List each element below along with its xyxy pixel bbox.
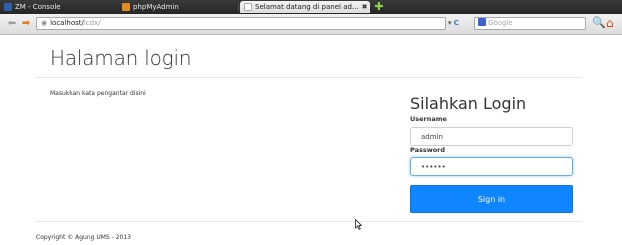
tab-label: Selamat datang di panel ad... [255,3,359,11]
address-bar[interactable]: ◉ localhost/icdx/ [36,17,446,30]
divider [36,77,582,78]
browser-tab-strip: ZM - Console phpMyAdmin Selamat datang d… [0,0,622,14]
zm-console-favicon-icon [4,3,12,11]
tab-selamat-datang[interactable]: Selamat datang di panel ad... ✖ [240,1,370,13]
close-tab-icon[interactable]: ✖ [362,3,368,11]
login-form-title: Silahkan Login [410,94,527,113]
history-dropdown-icon[interactable]: ▾ [448,19,452,27]
page-title: Halaman login [50,46,192,70]
forward-arrow-icon[interactable]: ➡ [20,17,32,31]
mouse-cursor-icon [355,219,362,230]
tab-zm-console[interactable]: ZM - Console [0,1,118,13]
username-field[interactable] [410,127,573,146]
tab-phpmyadmin[interactable]: phpMyAdmin [118,1,238,13]
globe-icon: ◉ [41,19,48,27]
search-placeholder: Google [488,19,513,27]
password-field[interactable] [410,157,573,176]
tab-label: phpMyAdmin [133,3,179,11]
address-bar-tools: ▾ C [448,17,459,30]
tab-separator [238,3,239,11]
username-label: Username [410,115,447,123]
search-input[interactable]: Google [474,17,586,30]
back-arrow-icon[interactable]: ⬅ [6,17,18,31]
divider [36,221,582,222]
page-favicon-icon [244,3,252,11]
sign-in-button[interactable]: Sign in [410,185,573,213]
new-tab-icon[interactable]: ✚ [374,1,384,12]
tab-label: ZM - Console [15,3,61,11]
navigation-bar: ⬅ ➡ ◉ localhost/icdx/ ▾ C Google 🔍 ⌂ [0,14,622,35]
search-icon[interactable]: 🔍 [592,16,606,30]
home-icon[interactable]: ⌂ [606,15,614,31]
reload-icon[interactable]: C [454,19,459,27]
url-path: icdx/ [83,19,101,27]
url-host: localhost/ [50,19,84,27]
intro-text: Masukkan kata pengantar disini [50,90,146,97]
password-label: Password [410,146,446,154]
search-engine-icon[interactable] [478,18,486,26]
footer-copyright: Copyright © Agung UMS - 2013 [36,234,131,241]
phpmyadmin-favicon-icon [122,3,130,11]
